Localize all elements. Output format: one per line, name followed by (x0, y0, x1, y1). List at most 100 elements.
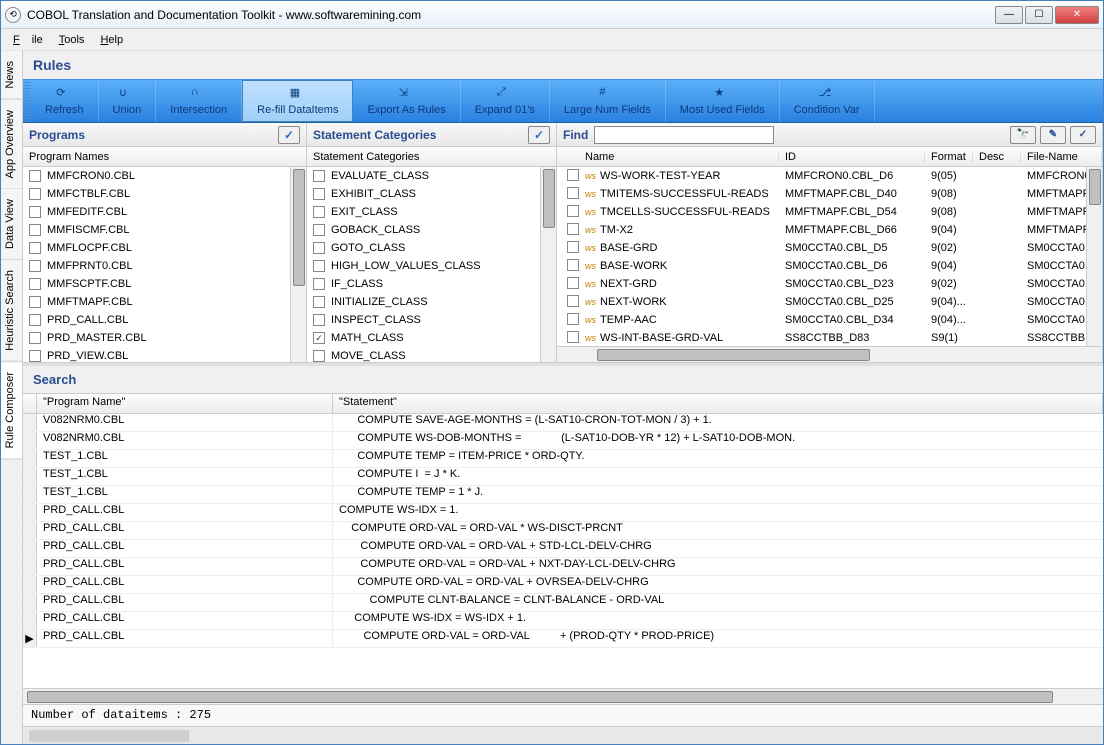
search-row[interactable]: PRD_CALL.CBLCOMPUTE WS-IDX = 1. (23, 504, 1103, 522)
category-row[interactable]: HIGH_LOW_VALUES_CLASS (307, 257, 540, 275)
categories-list[interactable]: EVALUATE_CLASSEXHIBIT_CLASSEXIT_CLASSGOB… (307, 167, 540, 362)
close-button[interactable]: ✕ (1055, 6, 1099, 24)
search-row[interactable]: TEST_1.CBL COMPUTE TEMP = 1 * J. (23, 486, 1103, 504)
checkbox[interactable] (567, 205, 579, 217)
refill-button[interactable]: ▦Re-fill DataItems (242, 80, 353, 122)
category-row[interactable]: GOBACK_CLASS (307, 221, 540, 239)
checkbox[interactable] (29, 170, 41, 182)
search-row[interactable]: ▶PRD_CALL.CBL COMPUTE ORD-VAL = ORD-VAL … (23, 630, 1103, 648)
checkbox[interactable] (313, 296, 325, 308)
checkbox[interactable] (313, 188, 325, 200)
checkbox[interactable] (567, 241, 579, 253)
checkbox[interactable] (567, 313, 579, 325)
category-row[interactable]: MOVE_CLASS (307, 347, 540, 362)
checkbox[interactable] (313, 260, 325, 272)
tab-app-overview[interactable]: App Overview (1, 100, 22, 189)
col-id[interactable]: ID (779, 151, 925, 163)
search-row[interactable]: PRD_CALL.CBL COMPUTE WS-IDX = WS-IDX + 1… (23, 612, 1103, 630)
checkbox[interactable] (29, 206, 41, 218)
checkbox[interactable] (313, 224, 325, 236)
category-row[interactable]: EXIT_CLASS (307, 203, 540, 221)
checkbox[interactable] (29, 242, 41, 254)
checkbox[interactable] (567, 295, 579, 307)
search-grid[interactable]: V082NRM0.CBL COMPUTE SAVE-AGE-MONTHS = (… (23, 414, 1103, 688)
col-desc[interactable]: Desc (973, 151, 1021, 163)
find-row[interactable]: wsTMCELLS-SUCCESSFUL-READSMMFTMAPF.CBL_D… (557, 203, 1086, 221)
menu-tools[interactable]: Tools (53, 32, 91, 48)
intersection-button[interactable]: ∩Intersection (156, 80, 242, 122)
checkbox[interactable]: ✓ (313, 332, 325, 344)
col-filename[interactable]: File-Name (1021, 151, 1102, 163)
program-row[interactable]: PRD_MASTER.CBL (23, 329, 290, 347)
search-row[interactable]: PRD_CALL.CBL COMPUTE ORD-VAL = ORD-VAL +… (23, 576, 1103, 594)
checkbox[interactable] (29, 188, 41, 200)
expand-button[interactable]: ⤢Expand 01's (461, 80, 550, 122)
find-row[interactable]: wsBASE-GRDSM0CCTA0.CBL_D59(02)SM0CCTA0. (557, 239, 1086, 257)
find-row[interactable]: wsTM-X2MMFTMAPF.CBL_D669(04)MMFTMAPF (557, 221, 1086, 239)
category-row[interactable]: INITIALIZE_CLASS (307, 293, 540, 311)
search-row[interactable]: TEST_1.CBL COMPUTE TEMP = ITEM-PRICE * O… (23, 450, 1103, 468)
maximize-button[interactable]: ☐ (1025, 6, 1053, 24)
find-list[interactable]: wsWS-WORK-TEST-YEARMMFCRON0.CBL_D69(05)M… (557, 167, 1086, 346)
search-row[interactable]: PRD_CALL.CBL COMPUTE ORD-VAL = ORD-VAL *… (23, 522, 1103, 540)
category-row[interactable]: ✓MATH_CLASS (307, 329, 540, 347)
menu-help[interactable]: Help (94, 32, 129, 48)
checkbox[interactable] (313, 242, 325, 254)
search-row[interactable]: PRD_CALL.CBL COMPUTE ORD-VAL = ORD-VAL +… (23, 558, 1103, 576)
program-row[interactable]: PRD_VIEW.CBL (23, 347, 290, 362)
tab-data-view[interactable]: Data View (1, 189, 22, 260)
menu-file[interactable]: File (7, 32, 49, 48)
checkbox[interactable] (29, 332, 41, 344)
programs-check-button[interactable]: ✓ (278, 126, 300, 144)
checkbox[interactable] (567, 223, 579, 235)
checkbox[interactable] (567, 331, 579, 343)
category-row[interactable]: EVALUATE_CLASS (307, 167, 540, 185)
search-row[interactable]: V082NRM0.CBL COMPUTE WS-DOB-MONTHS = (L-… (23, 432, 1103, 450)
category-row[interactable]: EXHIBIT_CLASS (307, 185, 540, 203)
programs-list[interactable]: MMFCRON0.CBLMMFCTBLF.CBLMMFEDITF.CBLMMFI… (23, 167, 290, 362)
programs-scrollbar[interactable] (290, 167, 306, 362)
find-search-button[interactable]: 🔭 (1010, 126, 1036, 144)
checkbox[interactable] (29, 224, 41, 236)
tab-rule-composer[interactable]: Rule Composer (1, 362, 22, 459)
search-row[interactable]: PRD_CALL.CBL COMPUTE CLNT-BALANCE = CLNT… (23, 594, 1103, 612)
checkbox[interactable] (29, 260, 41, 272)
col-name[interactable]: Name (579, 151, 779, 163)
find-check-button[interactable]: ✓ (1070, 126, 1096, 144)
program-row[interactable]: MMFCRON0.CBL (23, 167, 290, 185)
category-row[interactable]: INSPECT_CLASS (307, 311, 540, 329)
refresh-button[interactable]: ⟳Refresh (31, 80, 99, 122)
checkbox[interactable] (313, 278, 325, 290)
program-row[interactable]: PRD_CALL.CBL (23, 311, 290, 329)
find-row[interactable]: wsTMITEMS-SUCCESSFUL-READSMMFTMAPF.CBL_D… (557, 185, 1086, 203)
checkbox[interactable] (567, 259, 579, 271)
export-button[interactable]: ⇲Export As Rules (353, 80, 460, 122)
find-row[interactable]: wsWS-INT-BASE-GRD-VALSS8CCTBB_D83S9(1)SS… (557, 329, 1086, 346)
checkbox[interactable] (567, 277, 579, 289)
find-row[interactable]: wsBASE-WORKSM0CCTA0.CBL_D69(04)SM0CCTA0. (557, 257, 1086, 275)
program-row[interactable]: MMFLOCPF.CBL (23, 239, 290, 257)
toolbar-grip[interactable] (23, 80, 31, 122)
find-input[interactable] (594, 126, 774, 144)
search-row[interactable]: PRD_CALL.CBL COMPUTE ORD-VAL = ORD-VAL +… (23, 540, 1103, 558)
mostused-button[interactable]: ★Most Used Fields (666, 80, 780, 122)
checkbox[interactable] (567, 187, 579, 199)
program-row[interactable]: MMFSCPTF.CBL (23, 275, 290, 293)
checkbox[interactable] (29, 350, 41, 362)
col-program-name[interactable]: "Program Name" (37, 394, 333, 413)
condvar-button[interactable]: ⎇Condition Var (780, 80, 875, 122)
tab-heuristic-search[interactable]: Heuristic Search (1, 260, 22, 362)
checkbox[interactable] (313, 350, 325, 362)
find-row[interactable]: wsNEXT-WORKSM0CCTA0.CBL_D259(04)...SM0CC… (557, 293, 1086, 311)
tab-news[interactable]: News (1, 51, 22, 100)
search-hscroll[interactable] (23, 688, 1103, 704)
find-row[interactable]: wsNEXT-GRDSM0CCTA0.CBL_D239(02)SM0CCTA0. (557, 275, 1086, 293)
find-row[interactable]: wsTEMP-AACSM0CCTA0.CBL_D349(04)...SM0CCT… (557, 311, 1086, 329)
checkbox[interactable] (567, 169, 579, 181)
checkbox[interactable] (29, 278, 41, 290)
categories-check-button[interactable]: ✓ (528, 126, 550, 144)
program-row[interactable]: MMFISCMF.CBL (23, 221, 290, 239)
find-hscroll[interactable] (557, 346, 1102, 362)
search-row[interactable]: TEST_1.CBL COMPUTE I = J * K. (23, 468, 1103, 486)
search-row[interactable]: V082NRM0.CBL COMPUTE SAVE-AGE-MONTHS = (… (23, 414, 1103, 432)
